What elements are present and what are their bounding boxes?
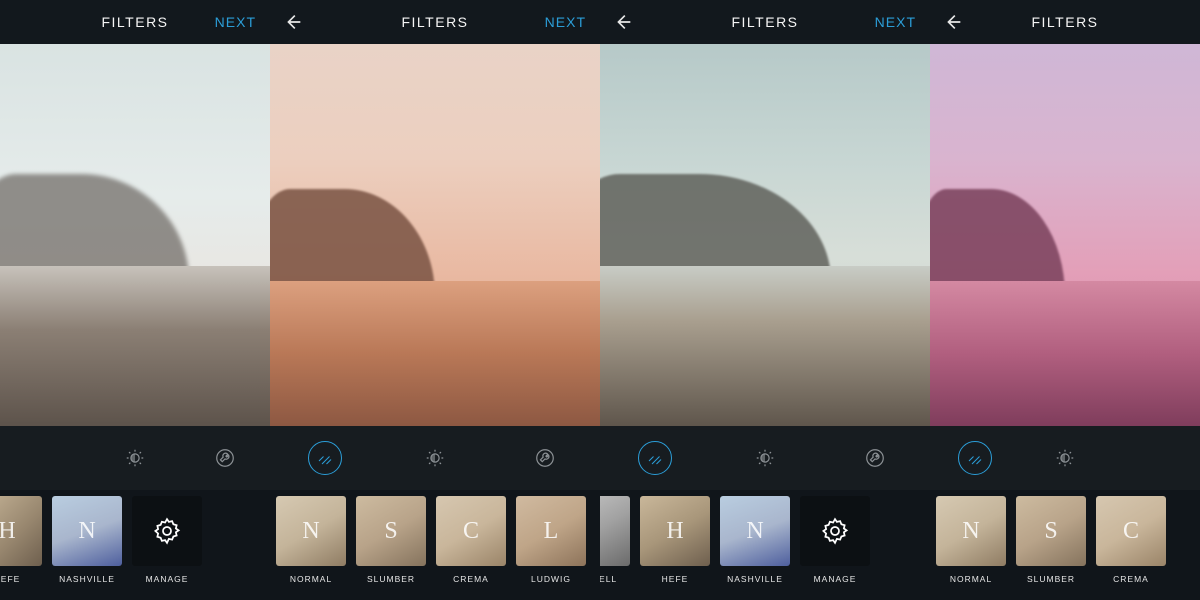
photo-preview[interactable] bbox=[270, 44, 600, 426]
filter-normal[interactable]: N NORMAL bbox=[934, 496, 1008, 584]
filter-nashville[interactable]: N NASHVILLE bbox=[718, 496, 792, 584]
edit-toolbar bbox=[600, 426, 930, 490]
lux-icon[interactable] bbox=[418, 441, 452, 475]
filter-ludwig[interactable]: L LUDWIG bbox=[514, 496, 588, 584]
page-title: FILTERS bbox=[1031, 14, 1098, 30]
filter-manage[interactable]: MANAGE bbox=[798, 496, 872, 584]
filter-crema[interactable]: C CREMA bbox=[1094, 496, 1168, 584]
lux-icon[interactable] bbox=[118, 441, 152, 475]
filter-manage[interactable]: MANAGE bbox=[130, 496, 204, 584]
header: FILTERS NEXT bbox=[600, 0, 930, 44]
back-button[interactable] bbox=[282, 0, 304, 44]
filter-pane-3: FILTERS NEXT I INKWELL H HEFE N NASHVILL… bbox=[600, 0, 930, 600]
filter-tab-icon[interactable] bbox=[308, 441, 342, 475]
page-title: FILTERS bbox=[101, 14, 168, 30]
filter-pane-2: FILTERS NEXT N NORMAL S SLUMBER C CREMA bbox=[270, 0, 600, 600]
filters-strip[interactable]: I INKWELL H HEFE N NASHVILLE MANAGE bbox=[600, 490, 930, 600]
back-arrow-icon bbox=[942, 11, 964, 33]
next-button[interactable]: NEXT bbox=[215, 0, 256, 44]
filter-pane-4: FILTERS N NORMAL S SLUMBER C CREMA bbox=[930, 0, 1200, 600]
filter-slumber[interactable]: S SLUMBER bbox=[354, 496, 428, 584]
filter-nashville[interactable]: N NASHVILLE bbox=[50, 496, 124, 584]
filter-pane-1: FILTERS NEXT H HEFE N NASHVILLE MANAGE bbox=[0, 0, 270, 600]
page-title: FILTERS bbox=[731, 14, 798, 30]
filter-slumber[interactable]: S SLUMBER bbox=[1014, 496, 1088, 584]
tools-icon[interactable] bbox=[858, 441, 892, 475]
filter-crema[interactable]: C CREMA bbox=[434, 496, 508, 584]
photo-preview[interactable] bbox=[0, 44, 270, 426]
next-button[interactable]: NEXT bbox=[875, 0, 916, 44]
filters-strip[interactable]: N NORMAL S SLUMBER C CREMA bbox=[930, 490, 1200, 600]
gear-icon bbox=[820, 516, 850, 546]
tools-icon[interactable] bbox=[208, 441, 242, 475]
photo-preview[interactable] bbox=[600, 44, 930, 426]
next-button[interactable]: NEXT bbox=[545, 0, 586, 44]
filter-inkwell[interactable]: I INKWELL bbox=[600, 496, 632, 584]
header: FILTERS bbox=[930, 0, 1200, 44]
filter-hefe[interactable]: H HEFE bbox=[638, 496, 712, 584]
lux-icon[interactable] bbox=[1048, 441, 1082, 475]
back-button[interactable] bbox=[942, 0, 964, 44]
lux-icon[interactable] bbox=[748, 441, 782, 475]
page-title: FILTERS bbox=[401, 14, 468, 30]
filter-tab-icon[interactable] bbox=[638, 441, 672, 475]
back-arrow-icon bbox=[612, 11, 634, 33]
tools-icon[interactable] bbox=[528, 441, 562, 475]
header: FILTERS NEXT bbox=[270, 0, 600, 44]
filters-strip[interactable]: N NORMAL S SLUMBER C CREMA L LUDWIG bbox=[270, 490, 600, 600]
filter-normal[interactable]: N NORMAL bbox=[274, 496, 348, 584]
filters-strip[interactable]: H HEFE N NASHVILLE MANAGE bbox=[0, 490, 270, 600]
filter-hefe[interactable]: H HEFE bbox=[0, 496, 44, 584]
edit-toolbar bbox=[0, 426, 270, 490]
gear-icon bbox=[152, 516, 182, 546]
filter-tab-icon[interactable] bbox=[958, 441, 992, 475]
photo-preview[interactable] bbox=[930, 44, 1200, 426]
header: FILTERS NEXT bbox=[0, 0, 270, 44]
back-button[interactable] bbox=[612, 0, 634, 44]
edit-toolbar bbox=[270, 426, 600, 490]
edit-toolbar bbox=[930, 426, 1200, 490]
back-arrow-icon bbox=[282, 11, 304, 33]
